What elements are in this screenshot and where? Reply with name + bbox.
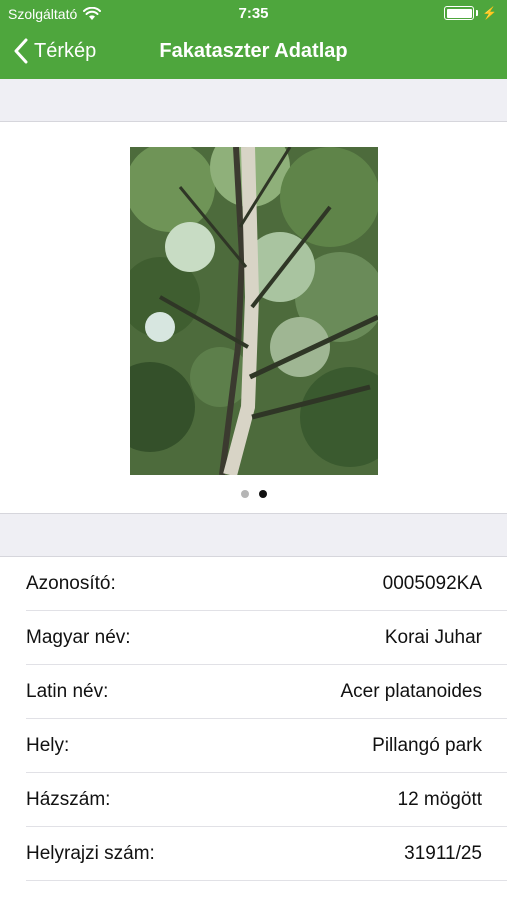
status-time: 7:35 <box>238 5 269 22</box>
detail-row-parcel-number: Helyrajzi szám: 31911/25 <box>26 827 507 881</box>
detail-value: 0005092KA <box>382 572 482 594</box>
details-list: Azonosító: 0005092KA Magyar név: Korai J… <box>0 557 507 881</box>
page-dot-2[interactable] <box>258 490 267 498</box>
navigation-bar: Térkép Fakataszter Adatlap <box>0 28 507 79</box>
photo-gallery[interactable] <box>0 122 507 513</box>
back-button[interactable]: Térkép <box>12 38 96 64</box>
detail-value: Acer platanoides <box>340 680 482 702</box>
detail-row-house-number: Házszám: 12 mögött <box>26 773 507 827</box>
detail-row-latin-name: Latin név: Acer platanoides <box>26 665 507 719</box>
detail-row-location: Hely: Pillangó park <box>26 719 507 773</box>
tree-photo[interactable] <box>130 147 378 475</box>
back-label: Térkép <box>34 39 97 62</box>
page-dot-1[interactable] <box>240 490 249 498</box>
top-bar: Szolgáltató 7:35 ⚡ Térkép Fakataszter Ad… <box>0 0 507 79</box>
battery-icon: ⚡ <box>444 6 497 20</box>
detail-value: 31911/25 <box>404 842 482 864</box>
detail-value: 12 mögött <box>397 788 483 810</box>
charging-icon: ⚡ <box>482 6 497 20</box>
detail-value: Pillangó park <box>372 734 482 756</box>
chevron-left-icon <box>14 38 28 64</box>
detail-value: Korai Juhar <box>384 626 482 648</box>
tree-photo-image <box>130 147 378 475</box>
section-separator <box>0 79 507 122</box>
page-indicator[interactable] <box>0 490 507 498</box>
detail-label: Magyar név: <box>26 626 131 648</box>
status-bar: Szolgáltató 7:35 ⚡ <box>0 0 507 28</box>
detail-label: Azonosító: <box>26 572 116 594</box>
detail-label: Hely: <box>26 734 70 756</box>
detail-row-hungarian-name: Magyar név: Korai Juhar <box>26 611 507 665</box>
detail-label: Helyrajzi szám: <box>26 842 155 864</box>
section-separator <box>0 513 507 557</box>
detail-label: Házszám: <box>26 788 111 810</box>
detail-row-id: Azonosító: 0005092KA <box>26 557 507 611</box>
detail-label: Latin név: <box>26 680 109 702</box>
